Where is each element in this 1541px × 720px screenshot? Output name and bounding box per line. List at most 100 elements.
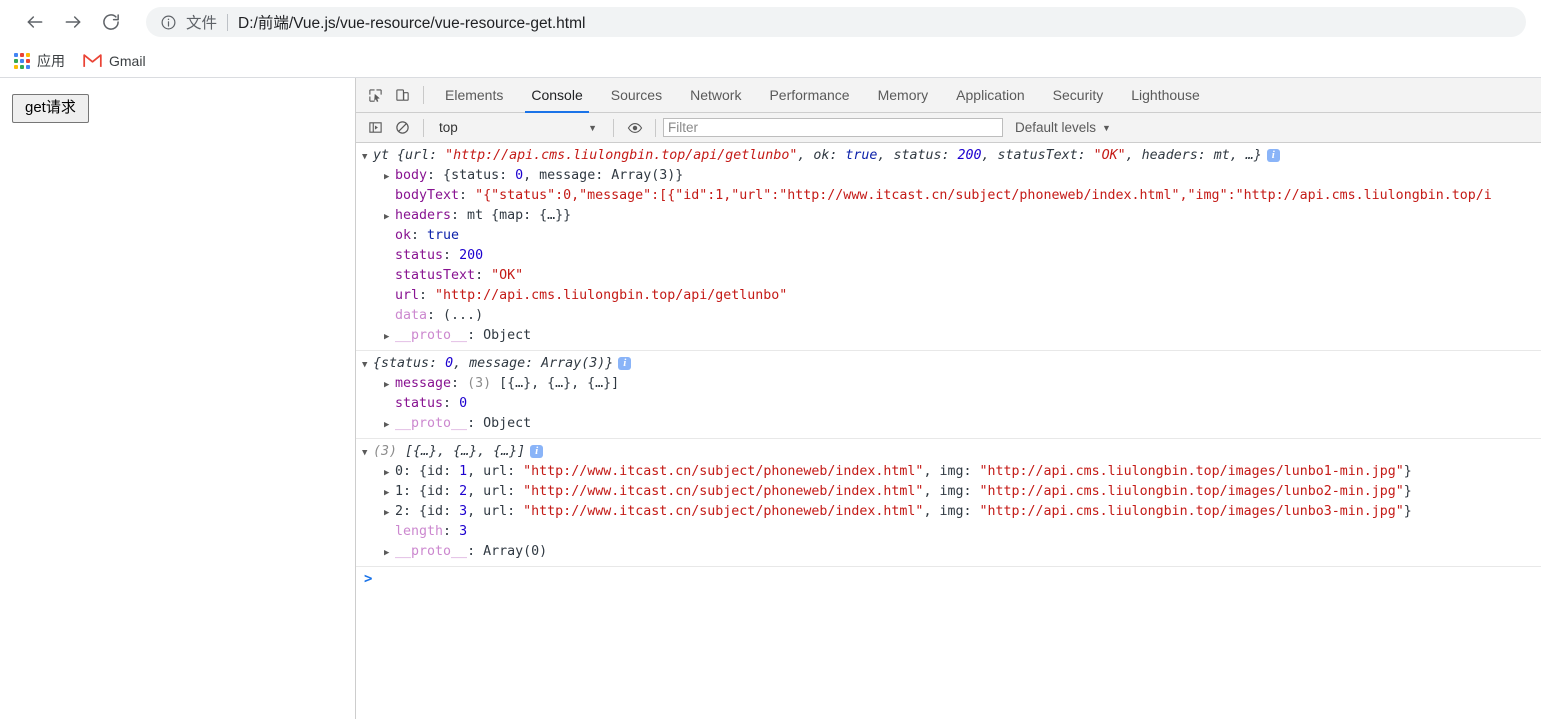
filterbar-divider-2	[613, 118, 614, 137]
tab-network[interactable]: Network	[676, 78, 755, 113]
console-token: status	[395, 248, 444, 263]
info-badge-icon[interactable]: i	[530, 445, 544, 458]
disclosure-triangle-icon[interactable]	[362, 355, 373, 374]
console-token: :	[451, 376, 468, 391]
tab-memory[interactable]: Memory	[864, 78, 943, 113]
browser-toolbar: 文件 D:/前端/Vue.js/vue-resource/vue-resourc…	[0, 0, 1541, 44]
console-token: :	[459, 188, 476, 203]
console-token: "{"status":0,"message":[{"id":1,"url":"h…	[475, 188, 1492, 203]
console-token: "http://api.cms.liulongbin.top/images/lu…	[979, 464, 1404, 479]
disclosure-triangle-icon[interactable]	[362, 443, 373, 462]
console-token: url	[483, 484, 508, 499]
devtools-tabbar: Elements Console Sources Network Perform…	[356, 78, 1541, 113]
console-property-row[interactable]: __proto__: Object	[356, 326, 1541, 346]
console-token: :	[419, 288, 436, 303]
console-property-row[interactable]: message: (3) [{…}, {…}, {…}]	[356, 374, 1541, 394]
tab-elements[interactable]: Elements	[431, 78, 517, 113]
console-token: 1	[395, 484, 404, 499]
console-token: :	[443, 484, 460, 499]
console-token: :	[963, 504, 980, 519]
bookmark-gmail-label: Gmail	[109, 52, 146, 69]
tab-application[interactable]: Application	[942, 78, 1039, 113]
console-token: "http://api.cms.liulongbin.top/images/lu…	[979, 504, 1404, 519]
info-badge-icon[interactable]: i	[618, 357, 632, 370]
console-property-row[interactable]: 0: {id: 1, url: "http://www.itcast.cn/su…	[356, 462, 1541, 482]
console-property-row[interactable]: __proto__: Array(0)	[356, 542, 1541, 562]
console-token: status	[395, 396, 444, 411]
console-token: 2	[395, 504, 404, 519]
console-property-row[interactable]: statusText: "OK"	[356, 266, 1541, 286]
disclosure-triangle-icon[interactable]	[384, 463, 395, 482]
inspect-element-icon[interactable]	[362, 82, 389, 108]
bookmarks-bar: 应用 Gmail	[0, 44, 1541, 78]
console-token: bodyText	[395, 188, 460, 203]
tab-security[interactable]: Security	[1039, 78, 1118, 113]
disclosure-triangle-icon[interactable]	[384, 167, 395, 186]
tab-sources[interactable]: Sources	[597, 78, 676, 113]
console-token: : Array(3)}	[595, 168, 684, 183]
console-property-row[interactable]: status: 0	[356, 394, 1541, 414]
console-sidebar-icon[interactable]	[362, 115, 389, 141]
disclosure-triangle-icon[interactable]	[362, 147, 373, 166]
console-token: ,	[467, 504, 484, 519]
disclosure-triangle-icon[interactable]	[384, 483, 395, 502]
execution-context-select[interactable]: top ▼	[431, 113, 606, 143]
disclosure-triangle-icon[interactable]	[384, 503, 395, 522]
console-message-header[interactable]: {status: 0, message: Array(3)} i	[356, 354, 1541, 374]
disclosure-triangle-icon[interactable]	[384, 327, 395, 346]
tab-lighthouse[interactable]: Lighthouse	[1117, 78, 1214, 113]
address-bar[interactable]: 文件 D:/前端/Vue.js/vue-resource/vue-resourc…	[146, 7, 1526, 37]
console-token: [{…}, {…}, {…}]	[397, 444, 526, 459]
console-message-header[interactable]: (3) [{…}, {…}, {…}] i	[356, 442, 1541, 462]
forward-icon[interactable]	[56, 5, 90, 39]
console-token: status	[451, 168, 500, 183]
toolbar-divider	[423, 86, 424, 104]
clear-console-icon[interactable]	[389, 115, 416, 141]
bookmark-gmail[interactable]: Gmail	[83, 53, 146, 69]
console-token: 3	[459, 504, 468, 519]
reload-icon[interactable]	[94, 5, 128, 39]
console-token: __proto__	[395, 544, 468, 559]
console-property-row[interactable]: headers: mt {map: {…}}	[356, 206, 1541, 226]
console-token: : {	[427, 168, 452, 183]
console-property-row[interactable]: __proto__: Object	[356, 414, 1541, 434]
console-property-row[interactable]: ok: true	[356, 226, 1541, 246]
console-token: headers	[395, 208, 452, 223]
back-icon[interactable]	[18, 5, 52, 39]
disclosure-triangle-icon[interactable]	[384, 207, 395, 226]
console-token: 0	[445, 356, 454, 371]
log-levels-select[interactable]: Default levels ▼	[1015, 120, 1111, 135]
console-token: : {	[403, 464, 428, 479]
console-property-row[interactable]: 1: {id: 2, url: "http://www.itcast.cn/su…	[356, 482, 1541, 502]
console-token: 2	[459, 484, 468, 499]
console-token: ,	[923, 464, 940, 479]
console-property-row[interactable]: status: 200	[356, 246, 1541, 266]
console-property-row[interactable]: url: "http://api.cms.liulongbin.top/api/…	[356, 286, 1541, 306]
console-token: "http://api.cms.liulongbin.top/api/getlu…	[435, 288, 788, 303]
get-request-button[interactable]: get请求	[12, 94, 89, 123]
tab-console[interactable]: Console	[517, 78, 596, 113]
console-filter-input[interactable]	[663, 118, 1003, 137]
log-levels-label: Default levels	[1015, 120, 1097, 135]
disclosure-triangle-icon[interactable]	[384, 375, 395, 394]
chevron-down-icon: ▼	[1102, 122, 1111, 133]
console-messages[interactable]: yt {url: "http://api.cms.liulongbin.top/…	[356, 143, 1541, 719]
filterbar-divider-3	[655, 118, 656, 137]
prompt-chevron-icon: >	[364, 571, 373, 587]
console-token: url	[405, 148, 430, 163]
device-toolbar-icon[interactable]	[389, 82, 416, 108]
console-property-row[interactable]: bodyText: "{"status":0,"message":[{"id":…	[356, 186, 1541, 206]
bookmark-apps[interactable]: 应用	[14, 51, 65, 71]
console-property-row[interactable]: length: 3	[356, 522, 1541, 542]
info-circle-icon[interactable]	[160, 14, 177, 31]
console-property-row[interactable]: 2: {id: 3, url: "http://www.itcast.cn/su…	[356, 502, 1541, 522]
eye-icon[interactable]	[621, 115, 648, 141]
tab-performance[interactable]: Performance	[755, 78, 863, 113]
console-prompt[interactable]: >	[356, 567, 1541, 591]
console-property-row[interactable]: data: (...)	[356, 306, 1541, 326]
console-property-row[interactable]: body: {status: 0, message: Array(3)}	[356, 166, 1541, 186]
disclosure-triangle-icon[interactable]	[384, 415, 395, 434]
info-badge-icon[interactable]: i	[1266, 149, 1280, 162]
disclosure-triangle-icon[interactable]	[384, 543, 395, 562]
console-message-header[interactable]: yt {url: "http://api.cms.liulongbin.top/…	[356, 146, 1541, 166]
